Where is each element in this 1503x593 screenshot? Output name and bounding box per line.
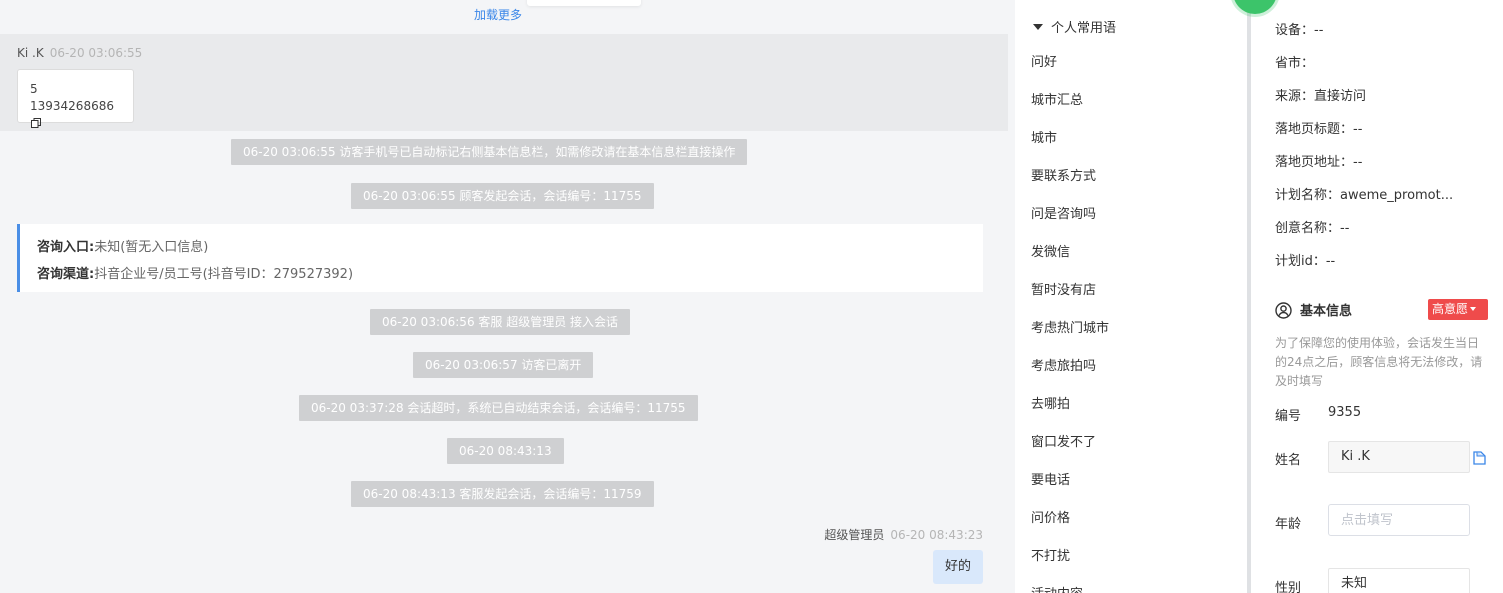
consult-entry-value: 未知(暂无入口信息)	[94, 240, 209, 255]
gender-select[interactable]: 未知	[1328, 568, 1470, 593]
phrase-item[interactable]: 不打扰	[1031, 539, 1109, 577]
name-label: 姓名	[1275, 453, 1302, 468]
agent-message-time: 06-20 08:43:23	[890, 528, 983, 542]
agent-meta: 超级管理员 06-20 08:43:23	[824, 526, 983, 543]
customer-info-panel: 设备：-- 省市： 来源：直接访问 落地页标题：-- 落地页地址：-- 计划名称…	[1251, 0, 1503, 593]
visitor-phone-line: 13934268686	[30, 98, 121, 132]
consult-channel-label: 咨询渠道:	[37, 267, 95, 282]
consult-info-card: 咨询入口:未知(暂无入口信息) 咨询渠道:抖音企业号/员工号(抖音号ID：279…	[17, 224, 983, 292]
system-message: 06-20 03:37:28 会话超时，系统已自动结束会话，会话编号：11755	[299, 395, 698, 421]
agent-message-bubble: 好的	[933, 550, 983, 584]
device-info: 设备：--	[1275, 23, 1324, 38]
province-info: 省市：	[1275, 56, 1315, 71]
plan-name-info: 计划名称：aweme_promot...	[1275, 188, 1454, 203]
chat-panel: 加载更多 Ki .K 06-20 03:06:55 5 13934268686 0…	[0, 0, 1008, 593]
visitor-message-line: 5	[30, 82, 38, 96]
phrases-group-header[interactable]: 个人常用语	[1033, 17, 1116, 36]
id-label: 编号	[1275, 409, 1302, 424]
consult-channel-value: 抖音企业号/员工号(抖音号ID：279527392)	[94, 267, 354, 282]
phrase-item[interactable]: 城市	[1031, 121, 1109, 159]
system-message: 06-20 03:06:55 顾客发起会话，会话编号：11755	[351, 183, 654, 209]
phrase-item[interactable]: 问价格	[1031, 501, 1109, 539]
basic-info-header: 基本信息	[1275, 300, 1352, 319]
system-message: 06-20 08:43:13	[447, 438, 564, 464]
landing-url-info: 落地页地址：--	[1275, 155, 1363, 170]
landing-title-info: 落地页标题：--	[1275, 122, 1363, 137]
gender-label: 性别	[1275, 581, 1302, 593]
intent-level-dropdown[interactable]: 高意愿	[1428, 299, 1488, 320]
consult-entry-label: 咨询入口:	[37, 240, 95, 255]
edit-document-icon[interactable]	[1473, 451, 1486, 465]
copy-icon[interactable]	[31, 118, 41, 128]
load-more-link[interactable]: 加载更多	[474, 6, 522, 23]
basic-info-title: 基本信息	[1300, 304, 1353, 319]
consult-entry-row: 咨询入口:未知(暂无入口信息)	[37, 234, 983, 261]
phrase-item[interactable]: 去哪拍	[1031, 387, 1109, 425]
visitor-message-bubble: 5 13934268686	[17, 69, 134, 128]
agent-name: 超级管理员	[824, 528, 885, 542]
edit-deadline-hint: 为了保障您的使用体验，会话发生当日的24点之后，顾客信息将无法修改，请及时填写	[1275, 336, 1483, 388]
system-message: 06-20 03:06:55 访客手机号已自动标记右侧基本信息栏，如需修改请在基…	[231, 139, 748, 165]
caret-down-icon	[1470, 307, 1477, 311]
visitor-message-time: 06-20 03:06:55	[49, 46, 143, 60]
system-message: 06-20 03:06:57 访客已离开	[413, 352, 594, 378]
age-label: 年龄	[1275, 517, 1302, 532]
phrase-item[interactable]: 窗口发不了	[1031, 425, 1109, 463]
phrases-group-title: 个人常用语	[1051, 21, 1117, 36]
visitor-name: Ki .K	[17, 46, 44, 60]
phrase-item[interactable]: 发微信	[1031, 235, 1109, 273]
intent-level-label: 高意愿	[1432, 302, 1469, 316]
creative-name-info: 创意名称：--	[1275, 221, 1350, 236]
system-message: 06-20 03:06:56 客服 超级管理员 接入会话	[370, 309, 631, 335]
consult-channel-row: 咨询渠道:抖音企业号/员工号(抖音号ID：279527392)	[37, 261, 983, 288]
phrase-item[interactable]: 考虑旅拍吗	[1031, 349, 1109, 387]
dropdown-popup-edge	[527, 0, 641, 6]
phrase-list: 问好 城市汇总 城市 要联系方式 问是咨询吗 发微信 暂时没有店 考虑热门城市 …	[1031, 45, 1109, 593]
visitor-meta: Ki .K 06-20 03:06:55	[17, 46, 142, 60]
system-message: 06-20 08:43:13 客服发起会话，会话编号：11759	[351, 481, 654, 507]
phrase-item[interactable]: 要联系方式	[1031, 159, 1109, 197]
phrase-item[interactable]: 活动内容	[1031, 577, 1109, 593]
visitor-message-row: Ki .K 06-20 03:06:55 5 13934268686	[0, 34, 1008, 131]
phrase-item[interactable]: 城市汇总	[1031, 83, 1109, 121]
phrase-item[interactable]: 暂时没有店	[1031, 273, 1109, 311]
visitor-phone-number: 13934268686	[30, 99, 114, 113]
id-value: 9355	[1328, 405, 1362, 420]
user-circle-icon	[1275, 302, 1292, 319]
source-info: 来源：直接访问	[1275, 89, 1367, 104]
phrase-item[interactable]: 考虑热门城市	[1031, 311, 1109, 349]
name-field[interactable]: Ki .K	[1328, 441, 1470, 473]
age-input[interactable]	[1328, 504, 1470, 536]
common-phrases-panel: 个人常用语 问好 城市汇总 城市 要联系方式 问是咨询吗 发微信 暂时没有店 考…	[1015, 0, 1247, 593]
phrase-item[interactable]: 要电话	[1031, 463, 1109, 501]
phrase-item[interactable]: 问是咨询吗	[1031, 197, 1109, 235]
phrase-item[interactable]: 问好	[1031, 45, 1109, 83]
caret-down-icon	[1033, 24, 1043, 30]
plan-id-info: 计划id：--	[1275, 254, 1336, 269]
